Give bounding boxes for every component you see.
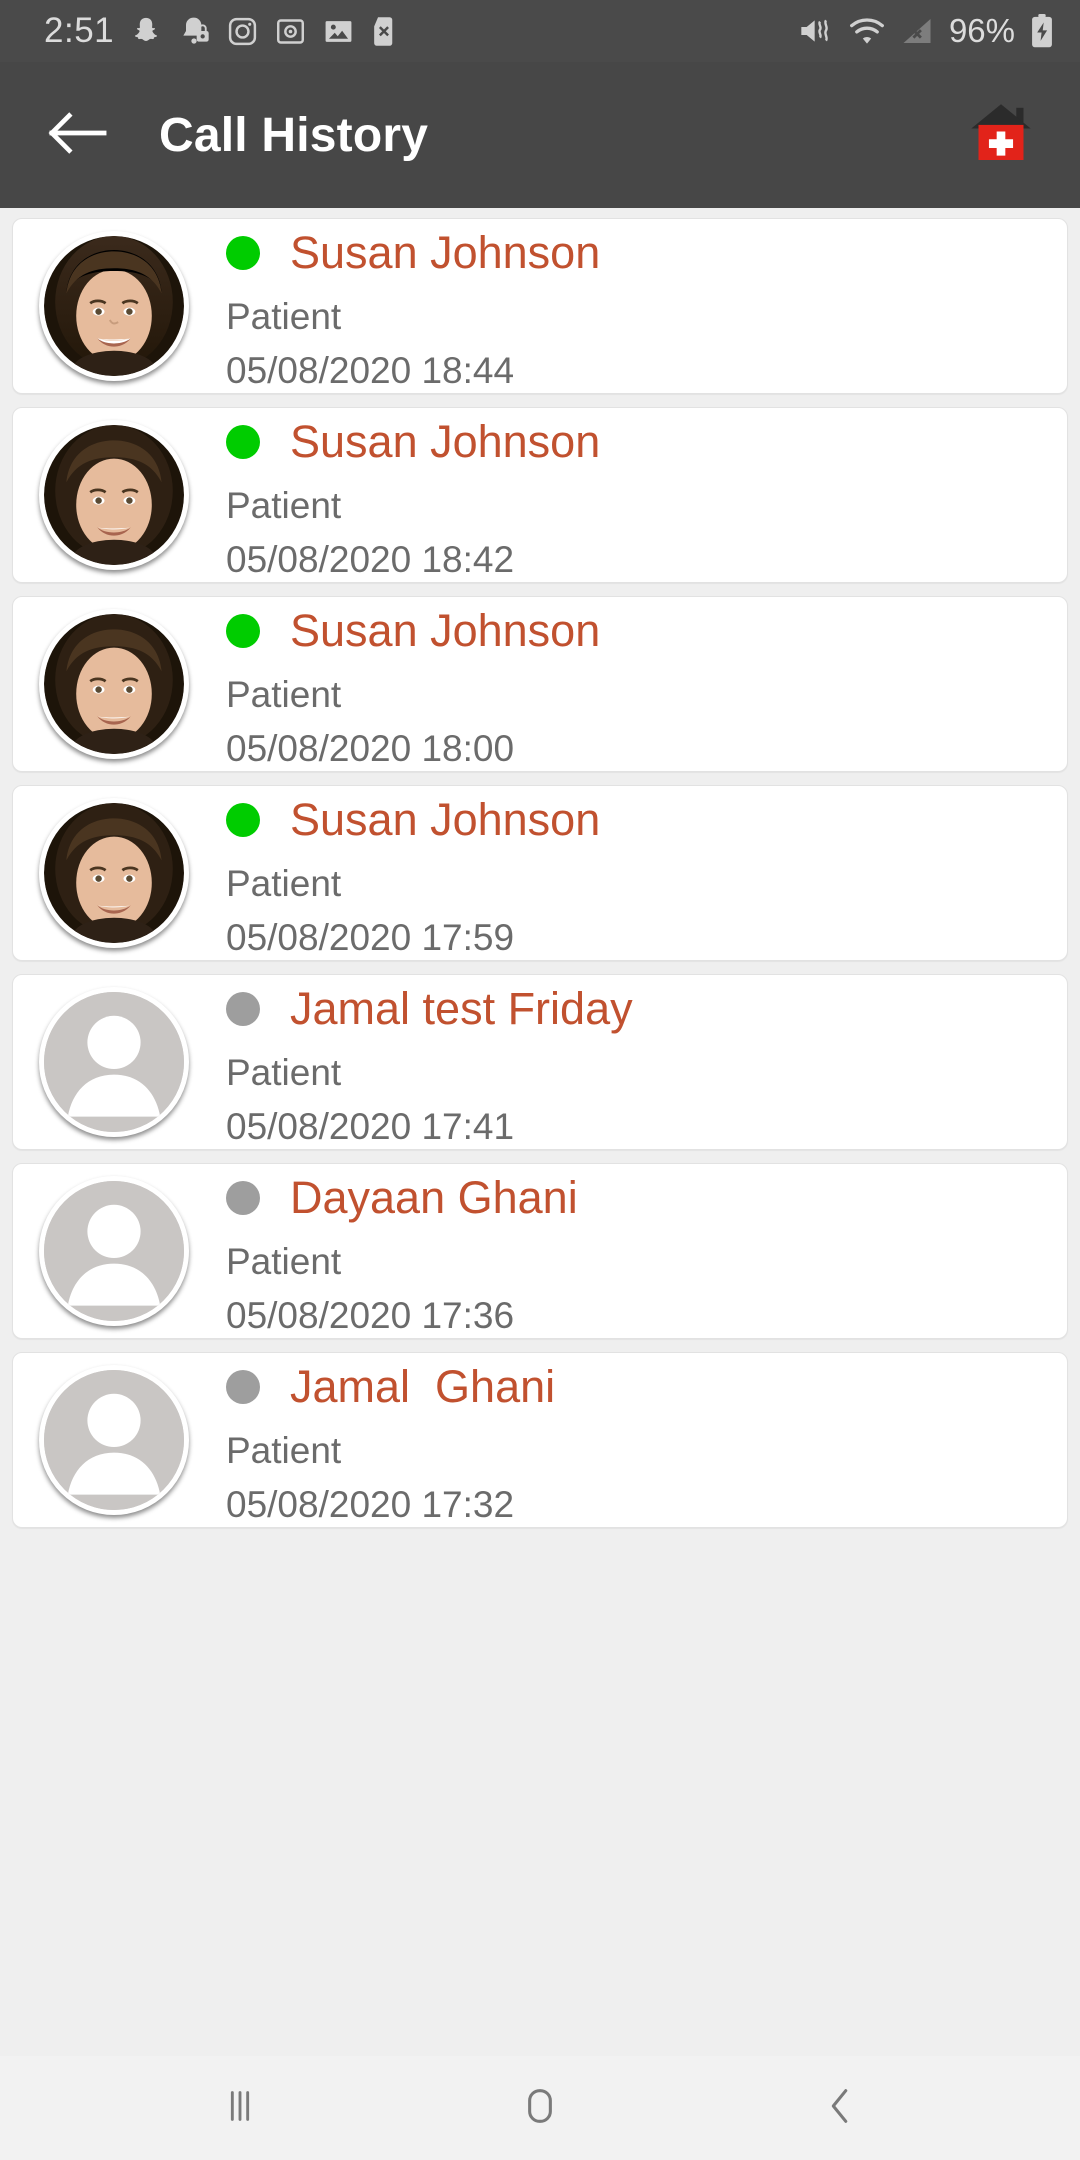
sd-card-removed-icon [371,16,398,47]
status-dot-offline [226,1180,260,1215]
home-button[interactable] [480,2066,600,2150]
phone-screen: 2:51 96% Call History Susan Johnson Pati… [0,0,1080,2160]
contact-role: Patient [226,295,342,337]
avatar [39,609,189,759]
status-bar-right: 96% [798,12,1054,50]
notification-silenced-icon [178,15,210,47]
contact-role: Patient [226,1429,342,1471]
contact-role: Patient [226,862,342,904]
system-navigation-bar [0,2056,1080,2160]
mute-vibrate-icon [798,15,834,47]
photo-woman-avatar [44,803,184,943]
call-history-row[interactable]: Susan Johnson Patient 05/08/2020 18:44 [12,218,1068,394]
photo-woman-avatar [44,614,184,754]
status-dot-online [226,235,260,270]
contact-name: Susan Johnson [290,227,601,278]
avatar [39,798,189,948]
row-info: Dayaan Ghani Patient 05/08/2020 17:36 [226,1169,1067,1334]
back-nav-button[interactable] [780,2066,900,2150]
photo-woman-avatar [44,236,184,376]
contact-role: Patient [226,484,342,526]
name-line: Susan Johnson [226,791,1067,849]
status-dot-offline [226,991,260,1026]
call-history-row[interactable]: Dayaan Ghani Patient 05/08/2020 17:36 [12,1163,1068,1339]
page-title: Call History [159,108,429,162]
avatar [39,987,189,1137]
call-timestamp: 05/08/2020 17:36 [226,1294,515,1336]
home-icon [517,2083,563,2134]
call-timestamp: 05/08/2020 17:59 [226,916,515,958]
contact-name: Dayaan Ghani [290,1172,578,1223]
row-info: Susan Johnson Patient 05/08/2020 18:44 [226,224,1067,389]
row-info: Jamal Ghani Patient 05/08/2020 17:32 [226,1358,1067,1523]
app-bar: Call History [0,62,1080,208]
name-line: Susan Johnson [226,224,1067,282]
name-line: Jamal test Friday [226,980,1067,1038]
contact-name: Jamal test Friday [290,983,633,1034]
no-signal-icon [900,16,934,46]
placeholder-person-avatar [44,1181,184,1321]
call-timestamp: 05/08/2020 18:42 [226,538,515,580]
snapchat-icon [131,15,161,47]
contact-name: Jamal Ghani [290,1361,556,1412]
back-button[interactable] [40,98,114,172]
status-dot-offline [226,1369,260,1404]
placeholder-person-avatar [44,1370,184,1510]
name-line: Susan Johnson [226,413,1067,471]
clinic-home-button[interactable] [958,92,1044,178]
name-line: Jamal Ghani [226,1358,1067,1416]
call-timestamp: 05/08/2020 18:44 [226,349,515,391]
clinic-home-icon [965,97,1037,174]
row-info: Susan Johnson Patient 05/08/2020 18:42 [226,413,1067,578]
wifi-icon [849,16,885,46]
row-info: Jamal test Friday Patient 05/08/2020 17:… [226,980,1067,1145]
call-timestamp: 05/08/2020 18:00 [226,727,515,769]
recents-button[interactable] [180,2066,300,2150]
call-history-row[interactable]: Susan Johnson Patient 05/08/2020 18:00 [12,596,1068,772]
contact-role: Patient [226,673,342,715]
call-history-row[interactable]: Jamal Ghani Patient 05/08/2020 17:32 [12,1352,1068,1528]
call-history-row[interactable]: Jamal test Friday Patient 05/08/2020 17:… [12,974,1068,1150]
call-history-row[interactable]: Susan Johnson Patient 05/08/2020 18:42 [12,407,1068,583]
recents-icon [217,2083,263,2134]
avatar [39,1176,189,1326]
name-line: Susan Johnson [226,602,1067,660]
placeholder-person-avatar [44,992,184,1132]
call-history-list[interactable]: Susan Johnson Patient 05/08/2020 18:44 S… [0,208,1080,2056]
battery-charging-icon [1030,14,1054,48]
call-timestamp: 05/08/2020 17:32 [226,1483,515,1525]
row-info: Susan Johnson Patient 05/08/2020 17:59 [226,791,1067,956]
contact-role: Patient [226,1240,342,1282]
row-info: Susan Johnson Patient 05/08/2020 18:00 [226,602,1067,767]
status-dot-online [226,613,260,648]
photo-woman-avatar [44,425,184,565]
contact-name: Susan Johnson [290,605,601,656]
status-bar-clock: 2:51 [44,11,115,50]
avatar [39,420,189,570]
avatar [39,1365,189,1515]
gallery-icon [323,16,354,47]
contact-name: Susan Johnson [290,416,601,467]
avatar [39,231,189,381]
name-line: Dayaan Ghani [226,1169,1067,1227]
battery-percent-label: 96% [948,12,1015,49]
status-bar-left: 2:51 [44,11,398,51]
status-bar: 2:51 96% [0,0,1080,62]
status-dot-online [226,424,260,459]
instagram-icon [227,16,258,47]
contact-name: Susan Johnson [290,794,601,845]
back-chevron-icon [817,2083,863,2134]
status-dot-online [226,802,260,837]
contact-role: Patient [226,1051,342,1093]
call-history-row[interactable]: Susan Johnson Patient 05/08/2020 17:59 [12,785,1068,961]
call-timestamp: 05/08/2020 17:41 [226,1105,515,1147]
arrow-left-icon [46,109,108,162]
safe-box-icon [275,16,306,47]
